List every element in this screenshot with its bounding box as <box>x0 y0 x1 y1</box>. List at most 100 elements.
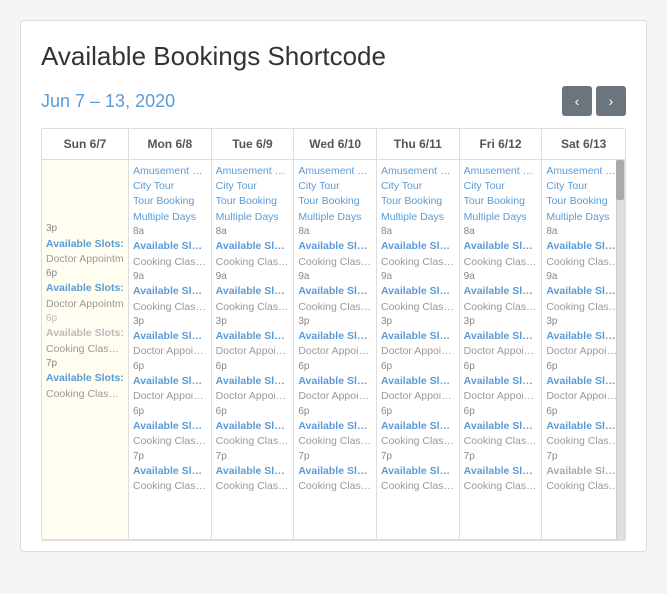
event-slots[interactable]: Available Slots: <box>133 284 207 299</box>
event[interactable]: Tour Booking <box>216 194 290 209</box>
event[interactable]: Multiple Days <box>298 210 372 225</box>
event-slots[interactable]: Available Slots: <box>133 464 207 479</box>
event-time: 3p <box>46 222 124 237</box>
event-slots[interactable]: Available Slots: <box>133 239 207 254</box>
event-slots[interactable]: Available Slots: <box>381 374 455 389</box>
event-slots[interactable]: Available Slots: <box>546 374 620 389</box>
event-slots[interactable]: Available Slots: <box>546 329 620 344</box>
event[interactable]: City Tour <box>298 179 372 194</box>
event-slots[interactable]: Available Slots: <box>298 329 372 344</box>
event[interactable]: Tour Booking <box>464 194 538 209</box>
event-slots[interactable]: Available Slots: <box>298 284 372 299</box>
event-slots[interactable]: Available Slots: <box>464 374 538 389</box>
event-detail: Cooking Class Mo <box>46 387 124 402</box>
event-detail: Doctor Appointm <box>133 344 207 359</box>
event-slots[interactable]: Available Slots: <box>298 464 372 479</box>
date-range: Jun 7 – 13, 2020 <box>41 91 175 112</box>
event-time: 8a <box>464 225 538 240</box>
event-slots[interactable]: Available Slots: <box>298 374 372 389</box>
event[interactable]: Amusement Park <box>464 164 538 179</box>
event-detail: Cooking Class Mo <box>464 300 538 315</box>
event-time: 6p <box>216 405 290 420</box>
event-slots[interactable]: Available Slots: <box>464 419 538 434</box>
scrollbar-thumb[interactable] <box>616 160 624 200</box>
event-slots[interactable]: Available Slots: <box>216 374 290 389</box>
event-slots[interactable]: Available Slots: <box>216 464 290 479</box>
event-slots[interactable]: Available Slots: <box>546 284 620 299</box>
event[interactable]: Amusement Park <box>216 164 290 179</box>
event-slots[interactable]: Available Slots: <box>464 329 538 344</box>
event-slots[interactable]: Available Slots: <box>46 237 124 252</box>
event-detail: Doctor Appointm <box>133 389 207 404</box>
event[interactable]: City Tour <box>381 179 455 194</box>
event-time: 7p <box>298 450 372 465</box>
event[interactable]: Tour Booking <box>298 194 372 209</box>
calendar-header: Sun 6/7 Mon 6/8 Tue 6/9 Wed 6/10 Thu 6/1… <box>42 129 625 160</box>
event-slots[interactable]: Available Slots: <box>546 419 620 434</box>
day-wed: Amusement Park City Tour Tour Booking Mu… <box>294 160 377 540</box>
event[interactable]: Tour Booking <box>133 194 207 209</box>
event-slots[interactable]: Available Slots: <box>46 326 124 341</box>
event-slots[interactable]: Available Slots: <box>46 371 124 386</box>
event-detail: Cooking Class Mo <box>298 255 372 270</box>
next-button[interactable]: › <box>596 86 626 116</box>
event-slots[interactable]: Available Slots: <box>216 239 290 254</box>
event-slots[interactable]: Available Slots: <box>381 239 455 254</box>
event-time: 6p <box>46 312 124 327</box>
event-slots[interactable]: Available Slots: <box>381 464 455 479</box>
event-slots[interactable]: Available Slots: <box>381 329 455 344</box>
event[interactable]: Amusement Park <box>298 164 372 179</box>
event[interactable]: Amusement Park <box>133 164 207 179</box>
event[interactable]: Amusement Park <box>546 164 620 179</box>
event[interactable]: Tour Booking <box>381 194 455 209</box>
event[interactable]: City Tour <box>133 179 207 194</box>
event <box>46 193 124 208</box>
event-time: 9a <box>464 270 538 285</box>
event-detail: Cooking Class Mo <box>133 479 207 494</box>
event-slots[interactable]: Available Slots: <box>298 419 372 434</box>
event[interactable]: Multiple Days <box>133 210 207 225</box>
scrollbar[interactable] <box>616 160 624 539</box>
event-time: 3p <box>381 315 455 330</box>
event-slots[interactable]: Available Slots: <box>216 329 290 344</box>
event[interactable]: Multiple Days <box>546 210 620 225</box>
event-slots[interactable]: Available Slots: <box>46 281 124 296</box>
event-slots[interactable]: Available Slots: <box>381 419 455 434</box>
event-slots[interactable]: Available Slots: <box>546 464 620 479</box>
event-detail: Doctor Appointm <box>381 344 455 359</box>
event-slots[interactable]: Available Slots: <box>133 374 207 389</box>
event[interactable]: City Tour <box>546 179 620 194</box>
event[interactable]: Tour Booking <box>546 194 620 209</box>
event-time: 6p <box>133 405 207 420</box>
event[interactable]: City Tour <box>216 179 290 194</box>
event-time: 9a <box>133 270 207 285</box>
event-detail: Cooking Class Mo <box>216 434 290 449</box>
event-time: 6p <box>546 405 620 420</box>
event-detail: Cooking Class Mo <box>216 479 290 494</box>
event-slots[interactable]: Available Slots: <box>216 419 290 434</box>
event-slots[interactable]: Available Slots: <box>133 329 207 344</box>
prev-button[interactable]: ‹ <box>562 86 592 116</box>
event-time: 7p <box>216 450 290 465</box>
event-slots[interactable]: Available Slots: <box>546 239 620 254</box>
event-time: 3p <box>546 315 620 330</box>
event-slots[interactable]: Available Slots: <box>216 284 290 299</box>
event-time: 9a <box>298 270 372 285</box>
event-time: 7p <box>381 450 455 465</box>
day-thu: Amusement Park City Tour Tour Booking Mu… <box>377 160 460 540</box>
event[interactable]: Multiple Days <box>216 210 290 225</box>
event[interactable]: City Tour <box>464 179 538 194</box>
event-detail: Doctor Appointm <box>546 389 620 404</box>
event-slots[interactable]: Available Slots: <box>464 464 538 479</box>
event[interactable]: Amusement Park <box>381 164 455 179</box>
event[interactable]: Multiple Days <box>464 210 538 225</box>
event-slots[interactable]: Available Slots: <box>381 284 455 299</box>
event-slots[interactable]: Available Slots: <box>464 284 538 299</box>
event-slots[interactable]: Available Slots: <box>133 419 207 434</box>
event-slots[interactable]: Available Slots: <box>464 239 538 254</box>
event-slots[interactable]: Available Slots: <box>298 239 372 254</box>
event-detail: Cooking Class Mo <box>298 479 372 494</box>
event-detail: Doctor Appointm <box>546 344 620 359</box>
event <box>46 179 124 194</box>
event[interactable]: Multiple Days <box>381 210 455 225</box>
